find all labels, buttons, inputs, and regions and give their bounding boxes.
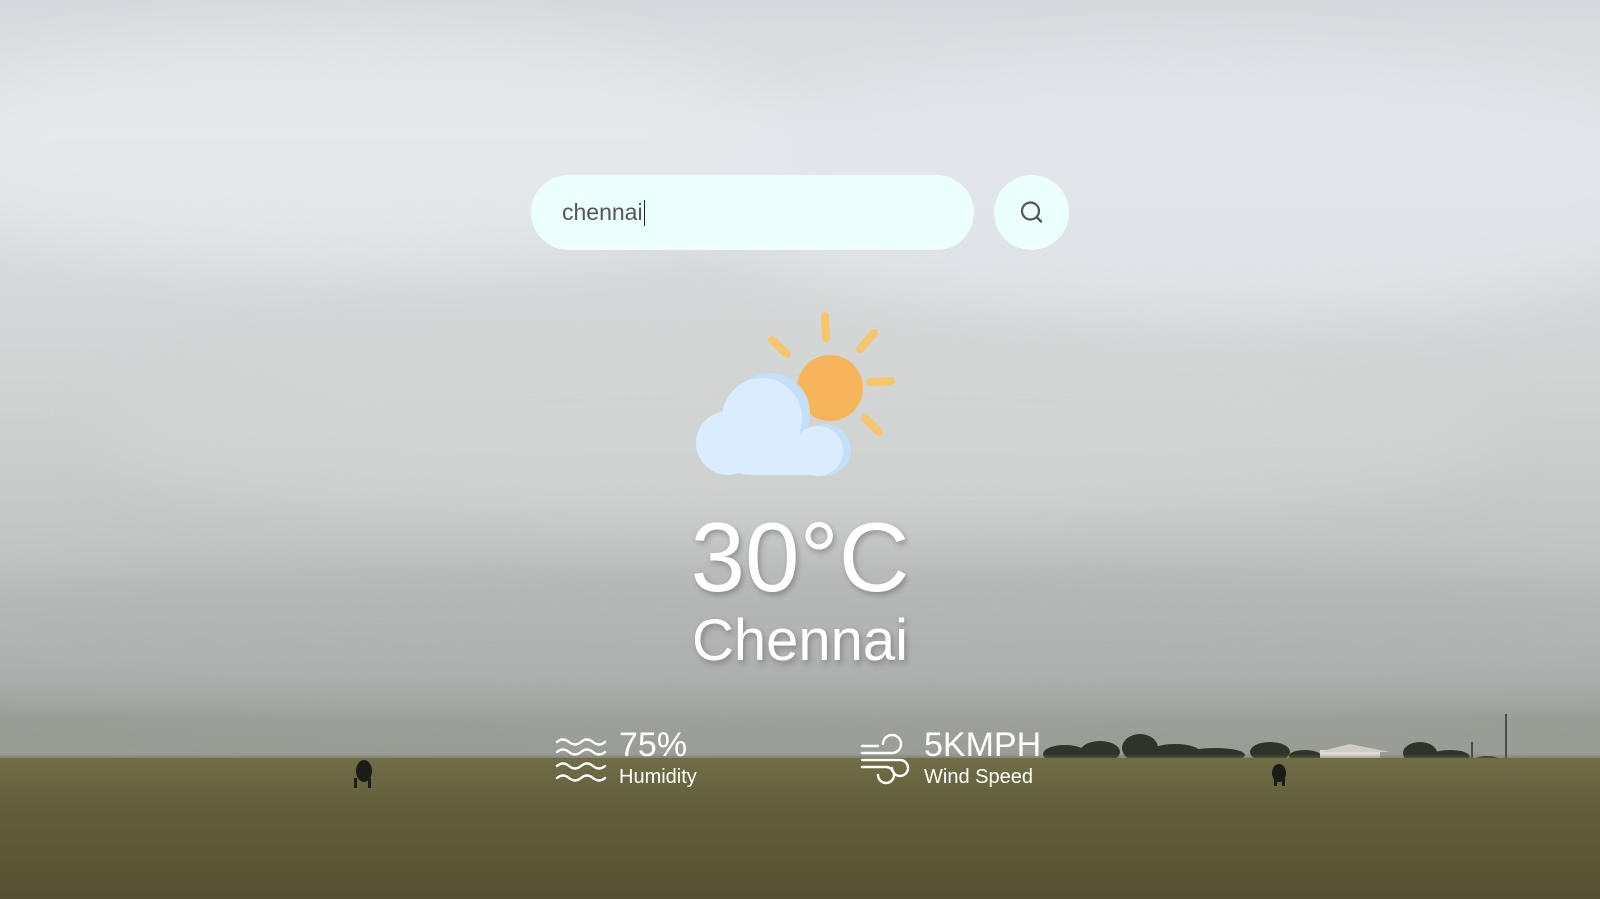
- search-bar[interactable]: chennai: [531, 175, 974, 250]
- search-button[interactable]: [994, 175, 1069, 250]
- wind-icon: [860, 733, 910, 784]
- search-icon: [1020, 200, 1042, 223]
- wind-label: Wind Speed: [924, 766, 1033, 788]
- weather-app-background: chennai 30°C Chennai 75% Humidity 5KMPH …: [0, 0, 1600, 899]
- wind-value: 5KMPH: [924, 726, 1042, 764]
- search-input[interactable]: chennai: [562, 199, 645, 226]
- temperature: 30°C: [690, 502, 910, 612]
- text-caret: [643, 199, 645, 226]
- partly-cloudy-icon: [696, 312, 895, 476]
- search-input-value: chennai: [562, 199, 643, 225]
- humidity-waves-icon: [555, 737, 607, 782]
- wind-stat: 5KMPH Wind Speed: [860, 728, 1041, 789]
- humidity-stat: 75% Humidity: [555, 728, 697, 789]
- humidity-label: Humidity: [619, 766, 697, 788]
- humidity-value: 75%: [619, 726, 688, 764]
- city-name: Chennai: [691, 608, 909, 673]
